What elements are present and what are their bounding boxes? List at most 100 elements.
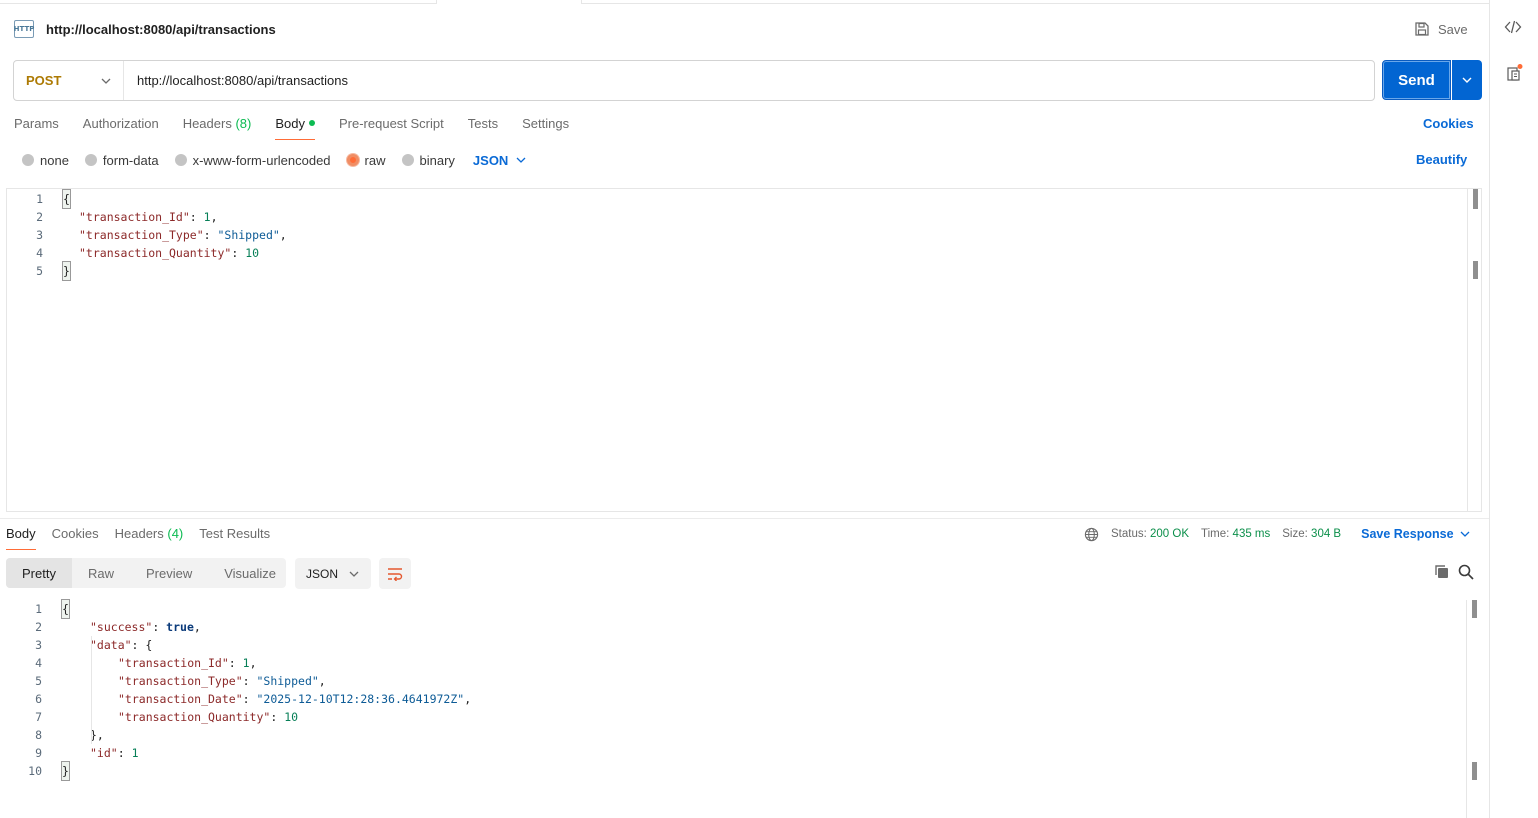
line-number: 1 [35,602,42,616]
line-number: 3 [35,638,42,652]
search-icon[interactable] [1458,564,1474,580]
code-text: "transaction_Quantity": 10 [118,710,299,724]
body-type-radios: none form-data x-www-form-urlencoded raw… [22,152,526,168]
status-value: 200 OK [1150,528,1190,540]
cookies-link[interactable]: Cookies [1423,116,1474,131]
tab-headers[interactable]: Headers (8) [183,116,252,140]
tab-headers-label: Headers [182,116,232,131]
radio-urlencoded[interactable]: x-www-form-urlencoded [174,153,331,168]
headers-count: (8) [235,116,252,131]
request-body-editor[interactable]: 1 { 2 "transaction_Id": 1, 3 "transaction_T… [6,188,1482,512]
json-number: 1 [242,656,250,670]
tab-settings[interactable]: Settings [522,116,569,140]
json-number: 1 [203,210,211,224]
tab-tests[interactable]: Tests [468,116,498,140]
tab-pre-request-script[interactable]: Pre-request Script [339,116,444,140]
code-text: "id": 1 [90,746,139,760]
json-key: "transaction_Quantity" [118,710,271,724]
json-number: 1 [131,746,139,760]
tab-params[interactable]: Params [14,116,59,140]
code-icon[interactable] [1504,18,1522,36]
tab-body-label: Body [275,116,305,131]
json-string: "Shipped" [256,674,319,688]
copy-icon[interactable] [1434,564,1450,580]
body-language-label: JSON [472,152,509,168]
size-readout[interactable]: Size: 304 B [1282,528,1341,540]
line-number: 4 [35,656,42,670]
line-number: 5 [36,264,43,278]
view-preview[interactable]: Preview [130,558,208,588]
response-language-select[interactable]: JSON [295,558,371,589]
line-number: 8 [35,728,42,742]
response-tabs: Body Cookies Headers (4) Test Results [6,526,270,550]
json-string: "Shipped" [217,228,280,242]
status-label: Status: [1111,528,1147,540]
line-number: 5 [35,674,42,688]
documentation-icon[interactable] [1506,64,1524,82]
status-readout[interactable]: Status: 200 OK [1111,528,1189,540]
line-number: 6 [35,692,42,706]
json-key: "transaction_Id" [118,656,229,670]
save-response-button[interactable]: Save Response [1361,527,1469,541]
editor-divider [1466,600,1467,818]
save-button[interactable]: Save [1414,18,1468,40]
tab-body[interactable]: Body [275,116,315,140]
chevron-down-icon [516,157,526,163]
json-boolean: true [166,620,194,634]
beautify-link[interactable]: Beautify [1416,152,1467,167]
json-key: "transaction_Date" [118,692,243,706]
radio-label: binary [419,152,455,168]
line-number: 7 [35,710,42,724]
code-text: "transaction_Quantity": 10 [79,246,260,260]
request-name[interactable]: http://localhost:8080/api/transactions [46,22,276,37]
response-divider[interactable] [0,518,1490,519]
scrollbar-thumb[interactable] [1473,189,1478,209]
code-text: "transaction_Id": 1, [79,210,218,224]
line-number: 3 [36,228,43,242]
size-value: 304 B [1311,528,1342,540]
active-request-tab[interactable] [436,0,582,4]
body-language-select[interactable]: JSON [473,153,526,168]
save-label: Save [1438,21,1468,37]
time-value: 435 ms [1232,528,1271,540]
scrollbar-thumb[interactable] [1472,600,1477,618]
radio-circle [174,154,187,166]
line-number: 10 [28,764,42,778]
right-sidebar [1489,0,1538,818]
resp-tab-body[interactable]: Body [6,526,36,550]
resp-tab-headers[interactable]: Headers (4) [115,526,184,550]
chevron-down-icon [1460,531,1469,537]
view-visualize[interactable]: Visualize [208,558,292,588]
code-text: "transaction_Id": 1, [118,656,257,670]
json-key: "transaction_Id" [79,210,190,224]
scrollbar-thumb[interactable] [1472,762,1477,780]
globe-icon[interactable] [1084,527,1099,542]
send-options-button[interactable] [1452,60,1482,100]
resp-tab-headers-label: Headers [114,526,164,541]
response-body-viewer[interactable]: 1 { 2 "success": true, 3 "data": { 4 "transa… [0,599,1482,818]
send-button[interactable]: Send [1382,60,1451,100]
json-key: "transaction_Quantity" [79,246,232,260]
radio-label: form-data [102,152,159,168]
radio-circle [401,154,414,166]
wrap-lines-button[interactable] [379,558,411,589]
view-raw[interactable]: Raw [72,558,130,588]
tab-authorization[interactable]: Authorization [83,116,159,140]
radio-none[interactable]: none [22,153,69,168]
code-text: } [62,261,71,281]
indent-guide [91,636,92,744]
radio-form-data[interactable]: form-data [84,152,159,168]
radio-raw[interactable]: raw [346,153,386,168]
view-pretty[interactable]: Pretty [6,558,72,588]
method-select[interactable]: POST [14,61,124,100]
radio-binary[interactable]: binary [401,152,455,168]
resp-tab-cookies[interactable]: Cookies [52,526,99,550]
line-number: 1 [36,192,43,206]
time-readout[interactable]: Time: 435 ms [1201,528,1270,540]
time-label: Time: [1201,528,1230,540]
resp-tab-test-results[interactable]: Test Results [199,526,270,550]
scrollbar-thumb[interactable] [1473,261,1478,279]
http-request-icon: HTTP [14,20,34,38]
url-input[interactable] [124,61,1374,100]
code-text: }, [90,728,104,742]
